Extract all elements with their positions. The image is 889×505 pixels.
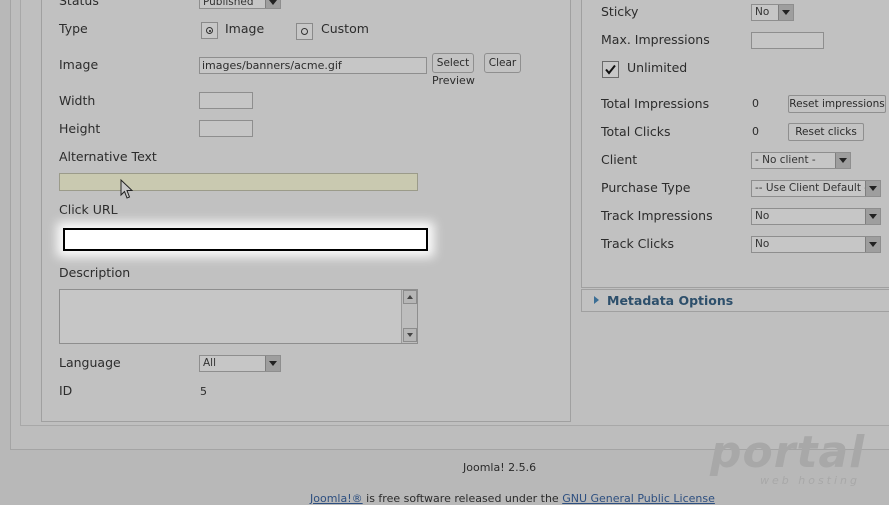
alt-text-input[interactable]	[59, 173, 418, 191]
expand-arrow-icon	[594, 296, 599, 304]
image-select-button[interactable]: Select	[432, 53, 474, 73]
footer-version: Joomla! 2.5.6	[463, 461, 537, 474]
total-impressions-value: 0	[752, 97, 759, 110]
image-path-input[interactable]: images/banners/acme.gif	[199, 57, 427, 74]
metadata-options-toggle[interactable]: Metadata Options	[607, 293, 733, 308]
description-scrollbar[interactable]	[401, 290, 417, 343]
unlimited-label: Unlimited	[627, 60, 688, 75]
description-label: Description	[59, 265, 131, 280]
purchase-type-select[interactable]: -- Use Client Default --	[751, 180, 881, 197]
radio-unselected-icon	[301, 28, 308, 35]
type-image-label: Image	[225, 21, 265, 36]
id-value: 5	[200, 385, 207, 398]
alt-text-label: Alternative Text	[59, 149, 157, 164]
purchase-type-select-value: -- Use Client Default --	[755, 182, 872, 194]
sticky-select-value: No	[755, 6, 770, 18]
chevron-down-icon	[865, 181, 880, 196]
height-label: Height	[59, 121, 101, 136]
track-impressions-label: Track Impressions	[601, 208, 713, 223]
client-select[interactable]: - No client -	[751, 152, 851, 169]
portal-watermark-logo: portal	[710, 427, 866, 478]
image-label: Image	[59, 57, 99, 72]
type-custom-label: Custom	[321, 21, 369, 36]
description-textarea[interactable]	[59, 289, 418, 344]
track-impressions-select-value: No	[755, 210, 770, 222]
reset-clicks-button[interactable]: Reset clicks	[788, 123, 864, 141]
type-custom-radio[interactable]	[296, 23, 313, 40]
mouse-pointer-icon	[120, 179, 134, 199]
client-select-value: - No client -	[755, 154, 816, 166]
scroll-up-button[interactable]	[403, 290, 417, 304]
click-url-label: Click URL	[59, 202, 118, 217]
image-preview-label: Preview	[432, 74, 475, 87]
sticky-label: Sticky	[601, 4, 639, 19]
width-label: Width	[59, 93, 96, 108]
sticky-select[interactable]: No	[751, 4, 794, 21]
scroll-down-button[interactable]	[403, 328, 417, 342]
arrow-up-icon	[407, 295, 413, 299]
image-clear-button[interactable]: Clear	[484, 53, 521, 73]
status-select[interactable]: Published	[199, 0, 281, 9]
track-clicks-select[interactable]: No	[751, 236, 881, 253]
type-label: Type	[59, 21, 88, 36]
footer-license: Joomla!® is free software released under…	[310, 492, 715, 505]
click-url-input[interactable]	[63, 228, 428, 251]
gpl-link[interactable]: GNU General Public License	[562, 492, 715, 505]
height-input[interactable]	[199, 120, 253, 137]
type-image-radio[interactable]	[201, 22, 218, 39]
radio-selected-icon	[206, 27, 213, 34]
chevron-down-icon	[265, 0, 280, 8]
language-select[interactable]: All	[199, 355, 281, 372]
footer-license-text: is free software released under the	[362, 492, 563, 505]
arrow-down-icon	[407, 333, 413, 337]
status-label: Status	[59, 0, 99, 8]
language-label: Language	[59, 355, 121, 370]
language-select-value: All	[203, 357, 217, 369]
total-clicks-label: Total Clicks	[601, 124, 671, 139]
unlimited-checkbox[interactable]	[602, 61, 619, 78]
total-clicks-value: 0	[752, 125, 759, 138]
portal-watermark-subtitle: web hosting	[760, 474, 860, 487]
joomla-link[interactable]: Joomla!®	[310, 492, 363, 505]
purchase-type-label: Purchase Type	[601, 180, 691, 195]
reset-impressions-button[interactable]: Reset impressions	[788, 95, 886, 113]
track-impressions-select[interactable]: No	[751, 208, 881, 225]
chevron-down-icon	[778, 5, 793, 20]
checkmark-icon	[605, 64, 616, 75]
track-clicks-label: Track Clicks	[601, 236, 674, 251]
max-impressions-input[interactable]	[751, 32, 824, 49]
max-impressions-label: Max. Impressions	[601, 32, 710, 47]
client-label: Client	[601, 152, 638, 167]
track-clicks-select-value: No	[755, 238, 770, 250]
chevron-down-icon	[835, 153, 850, 168]
chevron-down-icon	[865, 209, 880, 224]
width-input[interactable]	[199, 92, 253, 109]
total-impressions-label: Total Impressions	[601, 96, 710, 111]
id-label: ID	[59, 383, 73, 398]
chevron-down-icon	[265, 356, 280, 371]
status-select-value: Published	[203, 0, 254, 8]
chevron-down-icon	[865, 237, 880, 252]
